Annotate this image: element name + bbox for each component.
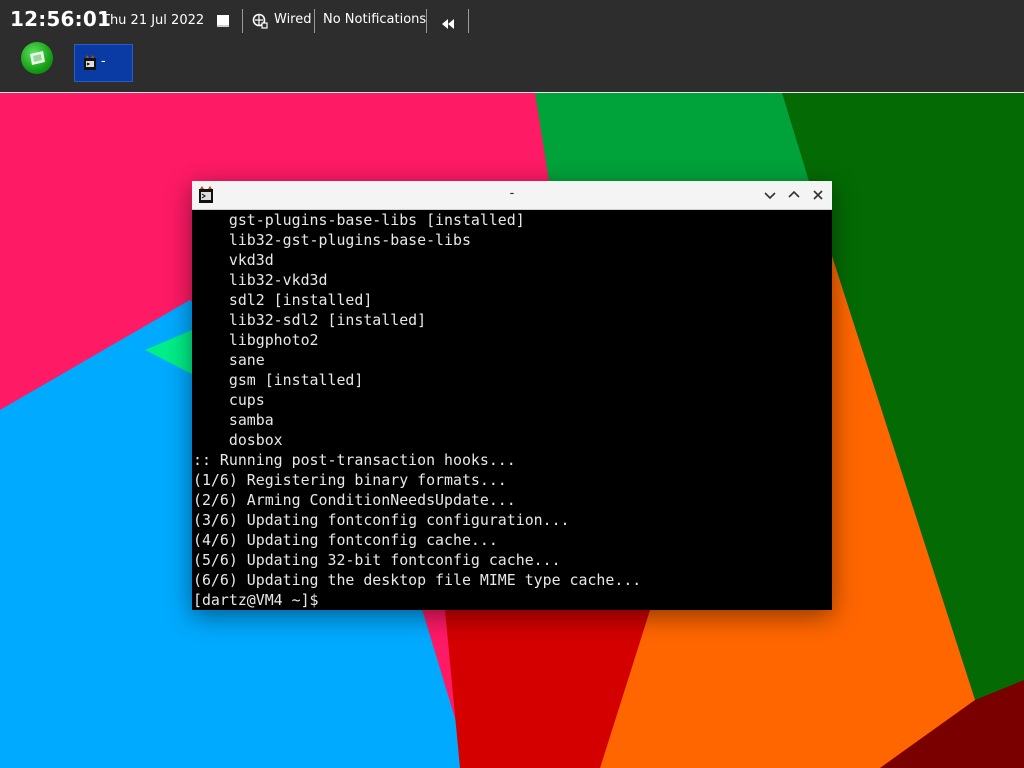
terminal-line: dosbox (193, 431, 283, 449)
wine-terminal-icon (83, 55, 97, 75)
terminal-line: gsm [installed] (193, 371, 364, 389)
clock[interactable]: 12:56:01 (10, 7, 111, 31)
terminal-line: lib32-sdl2 [installed] (193, 311, 427, 329)
maximize-icon[interactable] (786, 187, 802, 203)
terminal-line: (1/6) Registering binary formats... (193, 471, 507, 489)
date[interactable]: Thu 21 Jul 2022 (102, 13, 204, 28)
terminal-line: :: Running post-transaction hooks... (193, 451, 516, 469)
minimize-icon[interactable] (762, 187, 778, 203)
rewind-icon[interactable] (441, 15, 455, 34)
terminal-line: lib32-vkd3d (193, 271, 328, 289)
terminal-line: samba (193, 411, 274, 429)
separator (242, 9, 243, 33)
terminal-line: cups (193, 391, 265, 409)
terminal-line: gst-plugins-base-libs [installed] (193, 211, 525, 229)
terminal-line: sdl2 [installed] (193, 291, 373, 309)
top-panel: 12:56:01 Thu 21 Jul 2022 Wired No Notifi… (0, 0, 1024, 93)
terminal-prompt[interactable]: [dartz@VM4 ~]$ (193, 590, 327, 610)
separator (314, 9, 315, 33)
window-icon[interactable] (216, 13, 230, 32)
close-icon[interactable] (810, 187, 826, 203)
terminal-line: libgphoto2 (193, 331, 319, 349)
terminal-line: lib32-gst-plugins-base-libs (193, 231, 471, 249)
terminal-line: (4/6) Updating fontconfig cache... (193, 531, 498, 549)
terminal-output[interactable]: gst-plugins-base-libs [installed] lib32-… (192, 210, 832, 610)
window-title: - (509, 186, 515, 201)
notifications-status[interactable]: No Notifications (323, 12, 426, 27)
terminal-window[interactable]: - gst-plugins-base-libs [installed] lib3… (192, 181, 832, 610)
terminal-line: (5/6) Updating 32-bit fontconfig cache..… (193, 551, 561, 569)
terminal-line: vkd3d (193, 251, 274, 269)
taskbar-item-terminal[interactable]: - (74, 44, 133, 82)
separator (468, 9, 469, 33)
terminal-line: (2/6) Arming ConditionNeedsUpdate... (193, 491, 516, 509)
network-wired-icon[interactable] (252, 13, 268, 33)
network-status[interactable]: Wired (274, 12, 312, 27)
launcher-icon[interactable] (21, 42, 53, 74)
taskbar-item-label: - (101, 54, 106, 69)
window-titlebar[interactable]: - (192, 181, 832, 210)
separator (426, 9, 427, 33)
terminal-line: (6/6) Updating the desktop file MIME typ… (193, 571, 642, 589)
terminal-line: sane (193, 351, 265, 369)
terminal-line: (3/6) Updating fontconfig configuration.… (193, 511, 570, 529)
